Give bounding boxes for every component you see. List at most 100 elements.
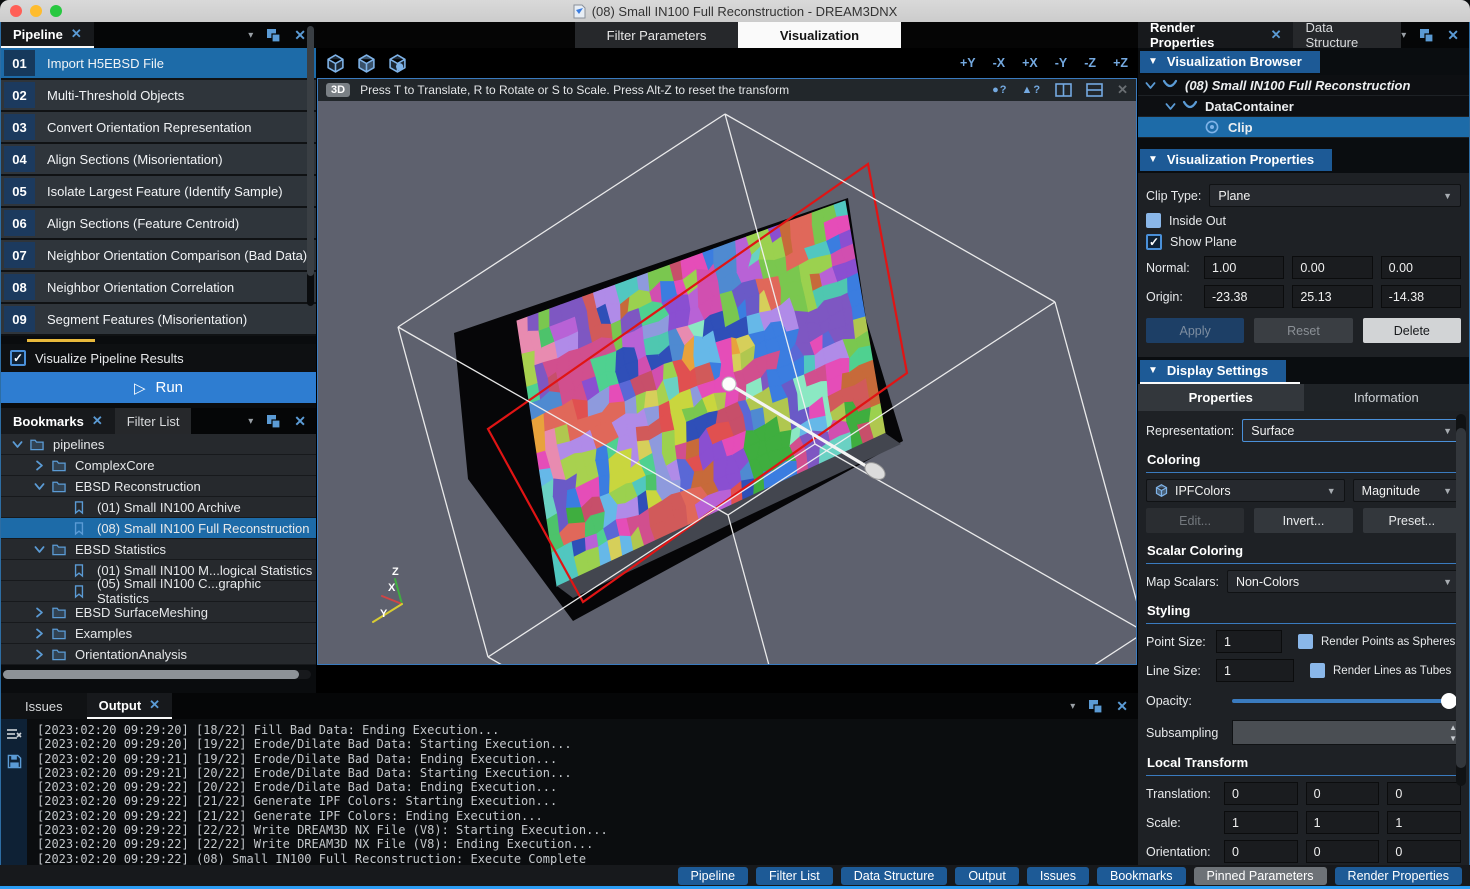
opacity-slider[interactable] <box>1232 699 1455 703</box>
render-props-menu-caret-icon[interactable]: ▾ <box>1401 30 1406 41</box>
cell-info-help-icon[interactable]: ▲? <box>1021 84 1041 96</box>
close-pipeline-panel-icon[interactable]: ✕ <box>294 27 306 44</box>
invert-colormap-button[interactable]: Invert... <box>1254 508 1352 533</box>
reset-button[interactable]: Reset <box>1254 318 1352 343</box>
minimize-window-button[interactable] <box>30 5 42 17</box>
tab-filter-parameters[interactable]: Filter Parameters <box>575 22 738 48</box>
bottom-toggle-issues[interactable]: Issues <box>1027 867 1089 885</box>
map-scalars-dropdown[interactable]: Non-Colors ▼ <box>1227 570 1461 593</box>
tab-bookmarks-close-icon[interactable]: ✕ <box>92 413 103 429</box>
pipeline-menu-caret-icon[interactable]: ▾ <box>248 30 253 41</box>
scale-x-field[interactable]: 1 <box>1224 811 1298 834</box>
bookmarks-tree-item[interactable]: EBSD Reconstruction <box>1 476 316 497</box>
tab-visualization[interactable]: Visualization <box>738 22 901 48</box>
tab-display-information[interactable]: Information <box>1304 384 1470 411</box>
pipeline-item[interactable]: 04Align Sections (Misorientation) <box>1 144 316 176</box>
pipeline-item[interactable]: 06Align Sections (Feature Centroid) <box>1 208 316 240</box>
tab-pipeline[interactable]: Pipeline ✕ <box>1 22 94 48</box>
bookmarks-tree-item[interactable]: pipelines <box>1 434 316 455</box>
camera-clip-cube-icon[interactable] <box>388 54 407 73</box>
apply-button[interactable]: Apply <box>1146 318 1244 343</box>
bookmarks-tree-item[interactable]: OrientationAnalysis <box>1 644 316 665</box>
subsampling-spinbox[interactable]: ▲▼ <box>1232 720 1461 745</box>
bookmarks-tree-item[interactable]: (01) Small IN100 Archive <box>1 497 316 518</box>
close-view-icon[interactable]: ✕ <box>1117 82 1128 98</box>
render-lines-as-tubes-checkbox[interactable] <box>1310 663 1325 678</box>
normal-y-field[interactable]: 0.00 <box>1292 256 1372 279</box>
chevron-down-icon[interactable] <box>33 543 46 556</box>
coloring-component-dropdown[interactable]: Magnitude ▼ <box>1353 479 1461 502</box>
bottom-toggle-pipeline[interactable]: Pipeline <box>678 867 748 885</box>
close-console-panel-icon[interactable]: ✕ <box>1116 698 1128 715</box>
camera-fit-cube-icon[interactable] <box>357 54 376 73</box>
tab-output-close-icon[interactable]: ✕ <box>149 697 160 713</box>
pipeline-item[interactable]: 09Segment Features (Misorientation) <box>1 304 316 336</box>
chevron-down-icon[interactable] <box>1164 100 1177 113</box>
chevron-down-icon[interactable] <box>1144 79 1157 92</box>
view-axis-button-plusminus-x[interactable]: +X <box>1022 56 1038 70</box>
opacity-slider-knob[interactable] <box>1441 693 1457 709</box>
zoom-window-button[interactable] <box>50 5 62 17</box>
tab-render-properties[interactable]: Render Properties ✕ <box>1138 22 1293 48</box>
bookmarks-menu-caret-icon[interactable]: ▾ <box>248 416 253 427</box>
bookmarks-tree-item[interactable]: EBSD Statistics <box>1 539 316 560</box>
translation-x-field[interactable]: 0 <box>1224 782 1298 805</box>
clear-console-icon[interactable] <box>6 727 22 742</box>
undock-render-props-icon[interactable] <box>1419 28 1434 43</box>
visualize-results-row[interactable]: ✓ Visualize Pipeline Results <box>1 344 316 372</box>
undock-console-icon[interactable] <box>1088 699 1103 714</box>
bottom-toggle-render-properties[interactable]: Render Properties <box>1335 867 1462 885</box>
coloring-array-dropdown[interactable]: IPFColors ▼ <box>1146 479 1345 502</box>
camera-reset-cube-icon[interactable] <box>326 54 345 73</box>
inside-out-checkbox[interactable] <box>1146 213 1161 228</box>
console-log[interactable]: [2023:02:20 09:29:20] [18/22] Fill Bad D… <box>27 719 608 866</box>
bookmarks-tree-item[interactable]: Examples <box>1 623 316 644</box>
run-button[interactable]: ▷ Run <box>1 372 316 403</box>
visualization-properties-header[interactable]: ▼ Visualization Properties <box>1140 149 1332 171</box>
pipeline-item[interactable]: 05Isolate Largest Feature (Identify Samp… <box>1 176 316 208</box>
chevron-down-icon[interactable] <box>11 438 24 451</box>
chevron-down-icon[interactable] <box>33 480 46 493</box>
chevron-right-icon[interactable] <box>33 606 46 619</box>
undock-panel-icon[interactable] <box>266 28 281 43</box>
pipeline-item[interactable]: 02Multi-Threshold Objects <box>1 80 316 112</box>
pipeline-scrollbar[interactable] <box>307 26 314 306</box>
close-render-props-icon[interactable]: ✕ <box>1447 27 1459 44</box>
save-log-icon[interactable] <box>7 754 22 769</box>
pipeline-item[interactable]: 01Import H5EBSD File <box>1 48 316 80</box>
translation-y-field[interactable]: 0 <box>1306 782 1380 805</box>
tab-filter-list[interactable]: Filter List <box>115 408 192 434</box>
bookmarks-hscrollbar[interactable] <box>3 670 311 679</box>
render-points-as-spheres-checkbox[interactable] <box>1298 634 1313 649</box>
split-horizontal-icon[interactable] <box>1086 83 1103 97</box>
bottom-toggle-data-structure[interactable]: Data Structure <box>841 867 948 885</box>
visibility-eye-icon[interactable] <box>1204 119 1220 135</box>
bookmarks-tree-item[interactable]: (08) Small IN100 Full Reconstruction <box>1 518 316 539</box>
render-panel-scrollbar[interactable] <box>1456 414 1466 786</box>
origin-x-field[interactable]: -23.38 <box>1204 285 1284 308</box>
close-bookmarks-panel-icon[interactable]: ✕ <box>294 413 306 430</box>
bottom-toggle-output[interactable]: Output <box>955 867 1019 885</box>
tab-issues[interactable]: Issues <box>1 693 87 719</box>
orientation-z-field[interactable]: 0 <box>1387 840 1461 863</box>
view-axis-button-minus-z[interactable]: -Z <box>1084 56 1096 70</box>
bookmarks-tree-item[interactable]: ComplexCore <box>1 455 316 476</box>
visualization-tree-item[interactable]: (08) Small IN100 Full Reconstruction <box>1138 75 1469 96</box>
undock-bookmarks-icon[interactable] <box>266 414 281 429</box>
bottom-toggle-filter-list[interactable]: Filter List <box>756 867 833 885</box>
bottom-toggle-pinned-parameters[interactable]: Pinned Parameters <box>1194 867 1327 885</box>
view-axis-button-plusminus-z[interactable]: +Z <box>1113 56 1128 70</box>
clip-type-dropdown[interactable]: Plane ▼ <box>1209 184 1461 207</box>
display-settings-header[interactable]: ▼ Display Settings <box>1140 360 1286 382</box>
visualization-browser-header[interactable]: ▼ Visualization Browser <box>1140 51 1320 73</box>
chevron-right-icon[interactable] <box>33 459 46 472</box>
edit-colormap-button[interactable]: Edit... <box>1146 508 1244 533</box>
chevron-right-icon[interactable] <box>33 648 46 661</box>
orientation-y-field[interactable]: 0 <box>1306 840 1380 863</box>
view-axis-button-minus-y[interactable]: -Y <box>1055 56 1068 70</box>
visualize-results-checkbox[interactable]: ✓ <box>10 350 26 366</box>
tab-bookmarks[interactable]: Bookmarks ✕ <box>1 408 115 434</box>
translation-z-field[interactable]: 0 <box>1387 782 1461 805</box>
normal-x-field[interactable]: 1.00 <box>1204 256 1284 279</box>
orientation-x-field[interactable]: 0 <box>1224 840 1298 863</box>
